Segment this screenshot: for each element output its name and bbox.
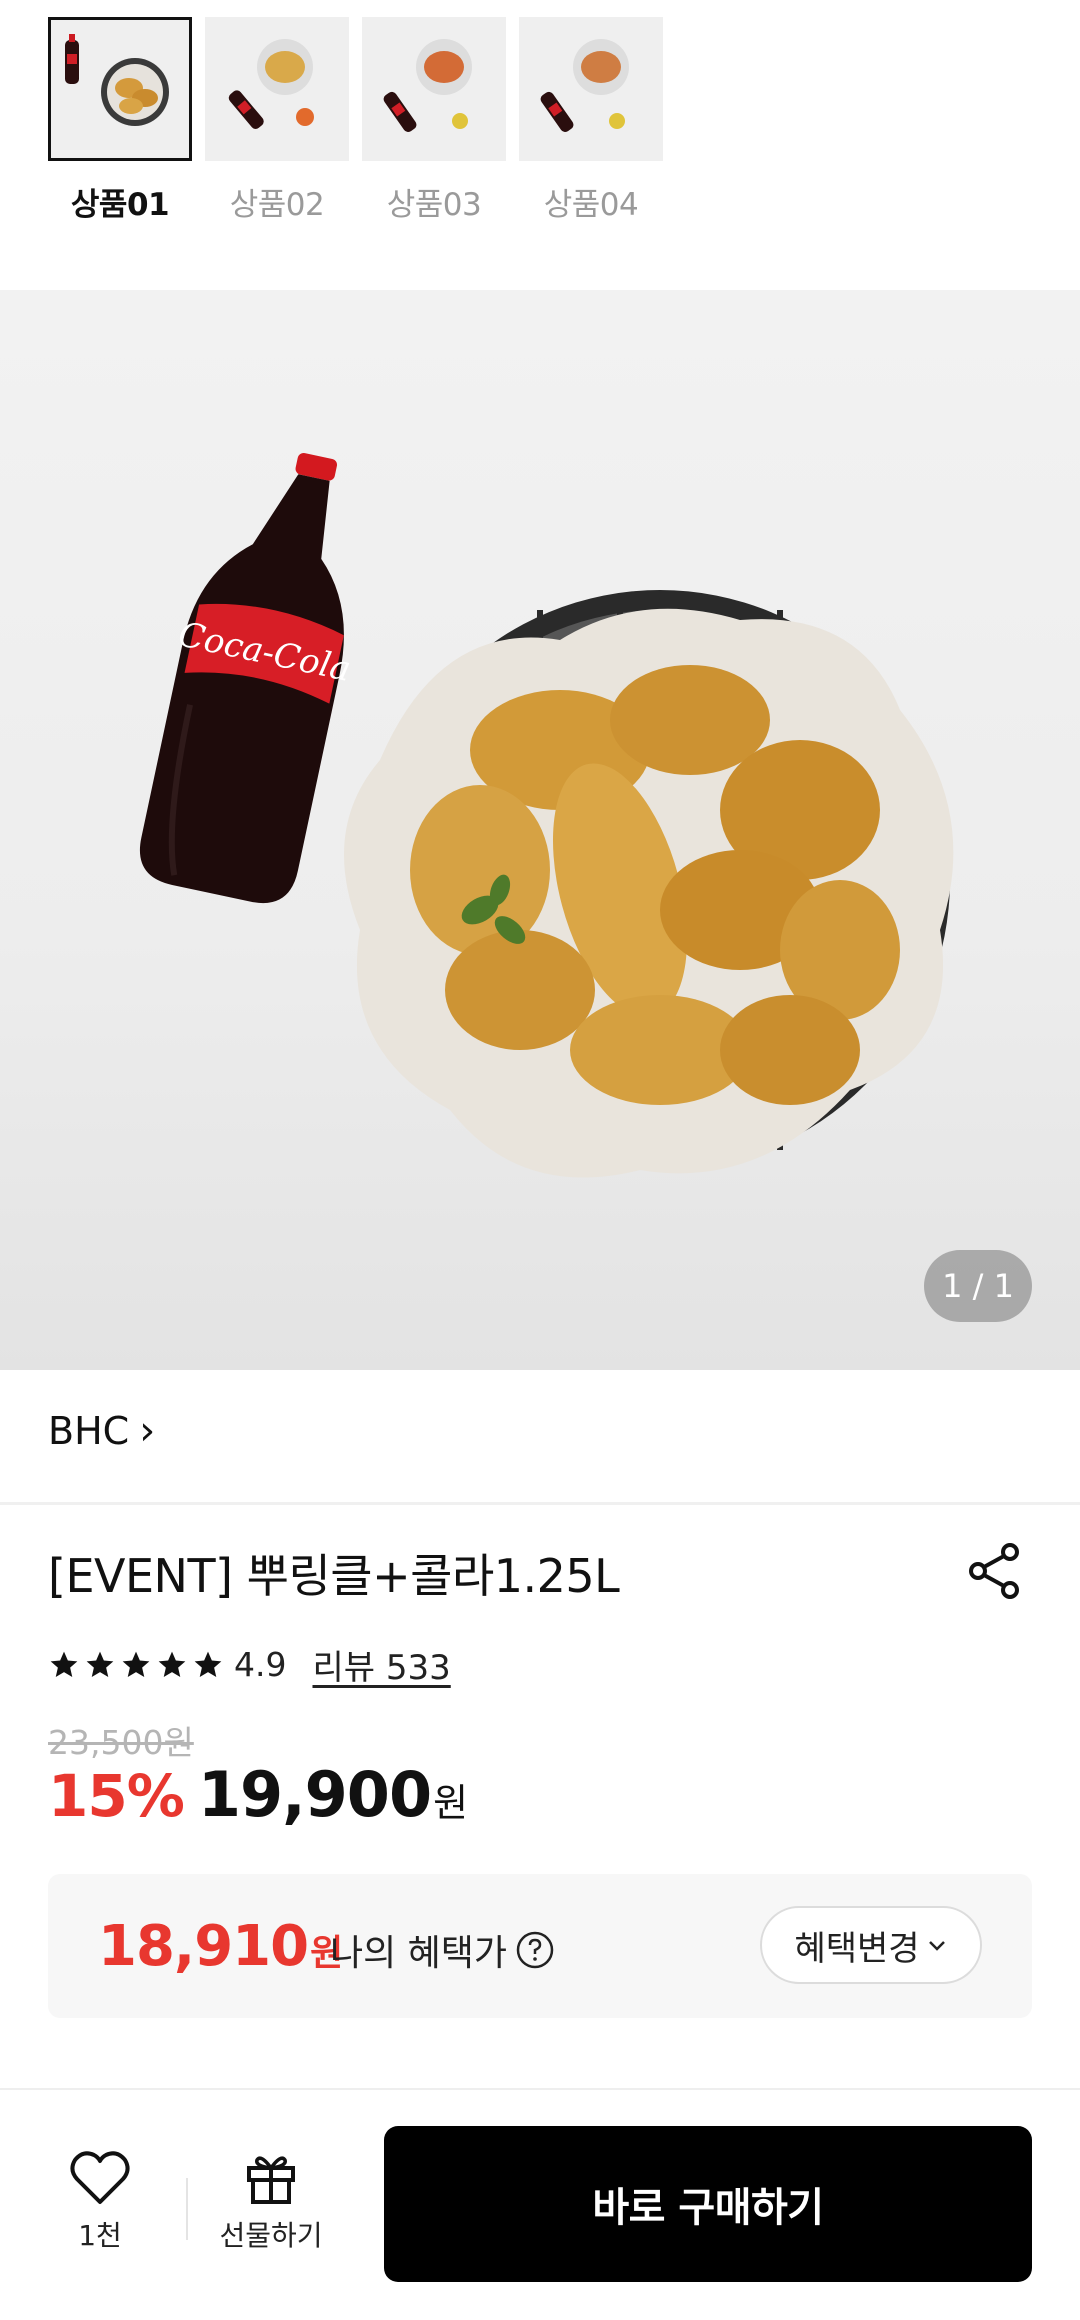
star-icon	[158, 1651, 186, 1677]
image-counter: 1 / 1	[924, 1250, 1032, 1322]
price-row: 15% 19,900 원	[48, 1758, 468, 1831]
thumbnail-label-1: 상품01	[70, 187, 170, 223]
benefit-price-box: 18,910 원 나의 혜택가 혜택변경	[48, 1874, 1032, 2018]
like-count: 1천	[78, 2219, 122, 2252]
thumbnail-tabs: 상품01 상품02 상품03 상품04	[48, 17, 663, 224]
bottom-bar-divider	[0, 2088, 1080, 2090]
like-button[interactable]: 1천	[48, 2150, 152, 2254]
change-benefit-button[interactable]: 혜택변경	[760, 1906, 982, 1984]
discount-rate: 15%	[48, 1762, 185, 1830]
change-benefit-label: 혜택변경	[794, 1928, 920, 1969]
thumbnail-image-1	[48, 17, 192, 161]
bottom-bar-separator	[186, 2178, 188, 2240]
product-image-carousel[interactable]: Coca-Cola 1 / 1	[0, 290, 1080, 1370]
bottom-action-bar: 1천 선물하기 바로 구매하기	[0, 2092, 1080, 2320]
chevron-down-icon	[928, 1941, 945, 1951]
product-title: [EVENT] 뿌링클+콜라1.25L	[48, 1549, 620, 1603]
benefit-label-text: 나의 혜택가	[330, 1933, 508, 1974]
buy-now-button[interactable]: 바로 구매하기	[384, 2126, 1032, 2282]
thumbnail-image-4	[519, 17, 663, 161]
price-unit: 원	[433, 1781, 469, 1825]
share-icon[interactable]	[966, 1542, 1024, 1600]
star-icon	[194, 1651, 222, 1677]
star-rating	[48, 1649, 224, 1681]
star-icon	[86, 1651, 114, 1677]
star-icon	[50, 1651, 78, 1677]
section-divider	[0, 1502, 1080, 1505]
brand-name: BHC	[48, 1409, 130, 1453]
heart-icon	[70, 2151, 130, 2204]
gift-button[interactable]: 선물하기	[212, 2150, 330, 2254]
chicken-basket	[344, 590, 954, 1178]
thumbnail-tab-1[interactable]: 상품01	[48, 17, 192, 224]
thumbnail-image-2	[205, 17, 349, 161]
benefit-price-value: 18,910	[98, 1914, 309, 1979]
brand-link[interactable]: BHC ›	[48, 1408, 155, 1454]
thumbnail-image-3	[362, 17, 506, 161]
benefit-price: 18,910 원	[98, 1914, 343, 1979]
rating-row: 4.9 리뷰 533	[48, 1640, 451, 1689]
rating-value: 4.9	[234, 1645, 287, 1684]
thumbnail-label-3: 상품03	[386, 187, 482, 223]
product-hero-image: Coca-Cola	[140, 452, 954, 1178]
gift-icon	[247, 2156, 295, 2204]
thumbnail-label-2: 상품02	[229, 187, 325, 223]
original-price: 23,500원	[48, 1723, 194, 1762]
thumbnail-tab-4[interactable]: 상품04	[519, 17, 663, 224]
question-circle-icon[interactable]	[515, 1930, 555, 1970]
chevron-right-icon: ›	[139, 1408, 156, 1454]
star-icon	[122, 1651, 150, 1677]
sale-price: 19,900	[197, 1758, 432, 1831]
thumbnail-label-4: 상품04	[543, 187, 639, 223]
benefit-label: 나의 혜택가	[330, 1924, 555, 1976]
gift-label: 선물하기	[219, 2219, 323, 2252]
review-link[interactable]: 리뷰 533	[312, 1640, 450, 1689]
thumbnail-tab-2[interactable]: 상품02	[205, 17, 349, 224]
thumbnail-tab-3[interactable]: 상품03	[362, 17, 506, 224]
